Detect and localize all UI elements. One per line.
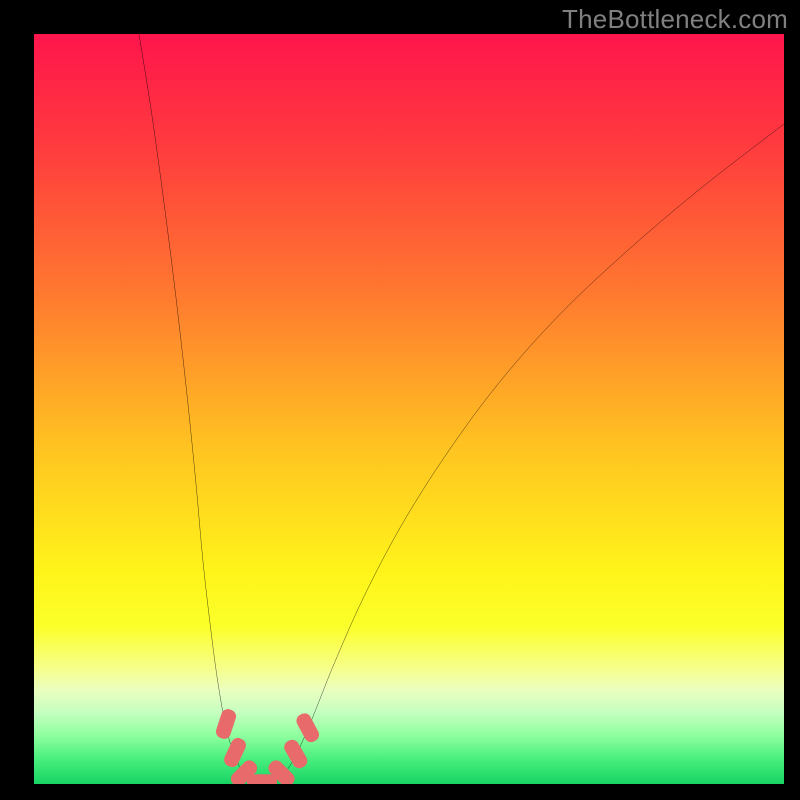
plot-area	[34, 34, 784, 784]
trough-marker	[247, 774, 277, 784]
gradient-background	[34, 34, 784, 784]
watermark-text: TheBottleneck.com	[562, 4, 788, 35]
chart-svg	[34, 34, 784, 784]
chart-frame: TheBottleneck.com	[0, 0, 800, 800]
